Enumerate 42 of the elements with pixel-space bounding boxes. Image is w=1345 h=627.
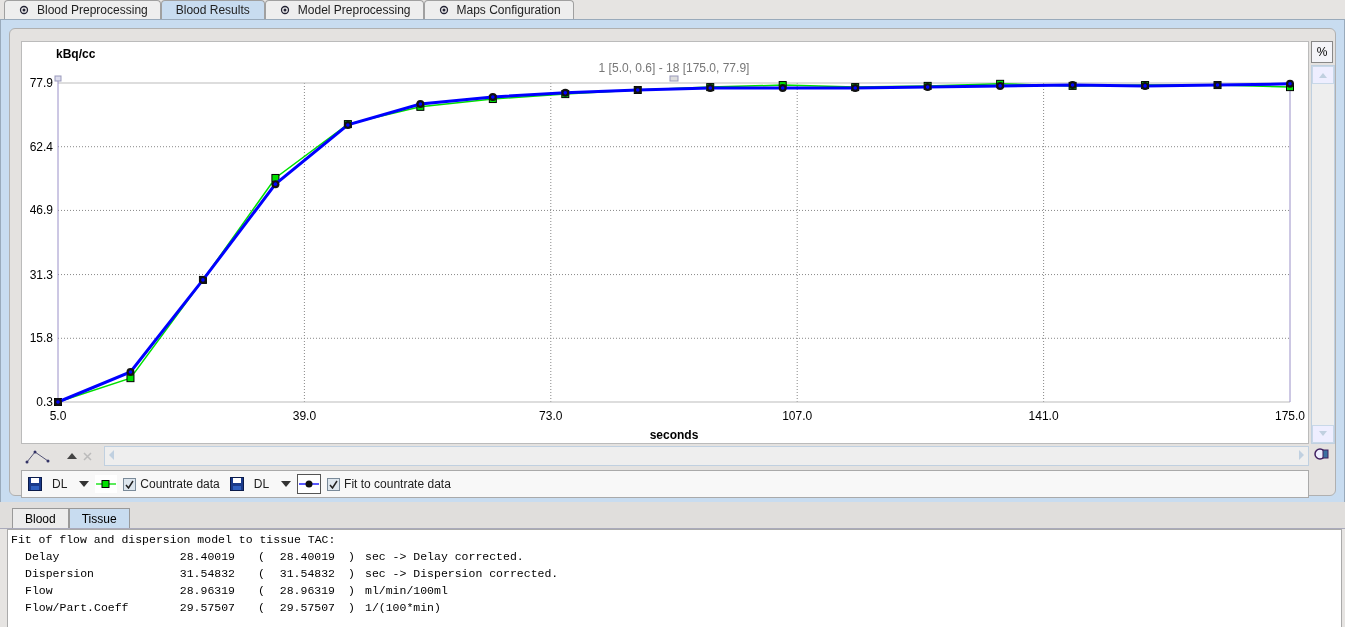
parenthesis: ) (347, 550, 355, 565)
parameter-value: 29.57507 (178, 601, 235, 616)
range-label: 1 [5.0, 0.6] - 18 [175.0, 77.9] (598, 61, 750, 75)
y-axis-label: kBq/cc (56, 47, 96, 61)
y-tick-label: 77.9 (29, 76, 53, 90)
y-tick-label: 0.3 (36, 395, 53, 409)
y-tick-label: 46.9 (29, 203, 53, 218)
x-tick-label: 5.0 (49, 409, 67, 423)
x-tick-label: 107.0 (782, 409, 813, 423)
parameter-name: Flow (25, 584, 54, 599)
y-tick-label: 31.3 (29, 267, 53, 282)
x-axis-label: seconds (649, 428, 699, 442)
unit-note: sec -> Delay corrected. (364, 550, 525, 565)
x-tick-label: 175.0 (1275, 409, 1305, 423)
parenthesis: ( (257, 550, 265, 565)
parenthesis: ) (347, 567, 355, 582)
x-tick-label: 141.0 (1028, 409, 1059, 423)
parenthesis: ) (347, 584, 355, 599)
parameter-value: 28.96319 (278, 584, 335, 599)
y-tick-label: 15.8 (29, 331, 53, 346)
unit-note: ml/min/100ml (364, 584, 449, 599)
parameter-value: 28.40019 (178, 550, 235, 565)
unit-note: 1/(100*min) (364, 601, 442, 616)
y-tick-label: 62.4 (29, 139, 53, 154)
results-heading: Fit of flow and dispersion model to tissue TAC: (11, 533, 337, 548)
format-label: DL (253, 477, 270, 491)
format-label: DL (52, 477, 68, 491)
x-tick-label: 73.0 (539, 409, 563, 423)
parameter-value: 28.40019 (278, 550, 335, 565)
parameter-value: 29.57507 (278, 601, 335, 616)
parameter-value: 28.96319 (178, 584, 235, 599)
parenthesis: ( (257, 584, 265, 599)
parenthesis: ) (347, 601, 355, 616)
parameter-value: 31.54832 (178, 567, 235, 582)
parameter-name: Flow/Part.Coeff (25, 601, 130, 616)
parameter-name: Dispersion (25, 567, 95, 582)
parameter-value: 31.54832 (278, 567, 335, 582)
x-tick-label: 39.0 (292, 409, 317, 423)
unit-note: sec -> Dispersion corrected. (364, 567, 560, 582)
parameter-name: Delay (25, 550, 61, 565)
parenthesis: ( (257, 601, 265, 616)
parenthesis: ( (257, 567, 265, 582)
